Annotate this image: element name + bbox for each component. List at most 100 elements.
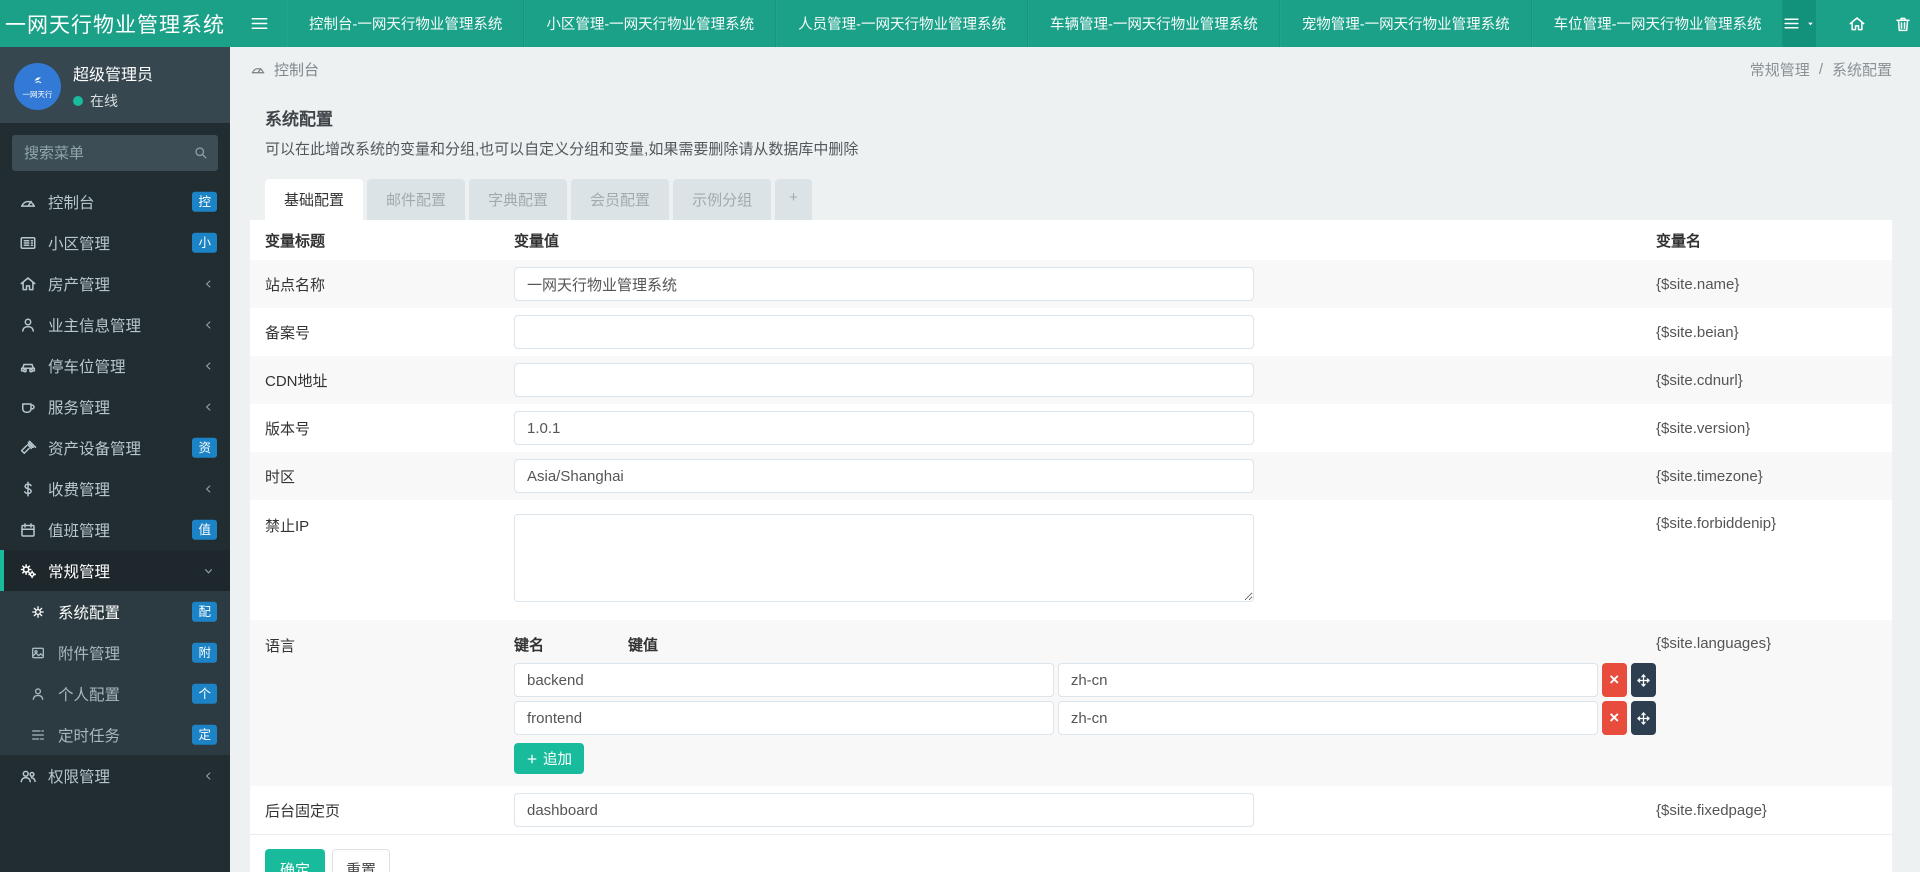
tab-pet[interactable]: 宠物管理-一网天行物业管理系统	[1280, 0, 1532, 47]
version-input[interactable]	[514, 411, 1254, 445]
app-logo[interactable]: 一网天行物业管理系统	[0, 0, 230, 47]
coffee-icon	[16, 398, 40, 416]
menu-badge: 附	[192, 642, 217, 663]
cdnurl-input[interactable]	[514, 363, 1254, 397]
sidebar-item-attachments[interactable]: 附件管理 附	[0, 632, 230, 673]
submit-button[interactable]: 确定	[265, 849, 325, 872]
search-icon	[193, 145, 208, 160]
breadcrumb-right: 常规管理 / 系统配置	[1750, 59, 1892, 80]
lang-key-input[interactable]	[514, 701, 1054, 735]
list-icon	[1783, 15, 1800, 32]
tab-member-config[interactable]: 会员配置	[571, 179, 669, 220]
chevron-left-icon	[202, 316, 215, 333]
sidebar-item-parking-space[interactable]: 停车位管理	[0, 345, 230, 386]
tabs-list-dropdown[interactable]	[1783, 0, 1816, 47]
col-header-title: 变量标题	[265, 230, 514, 251]
sidebar-item-assets[interactable]: 资产设备管理 资	[0, 427, 230, 468]
x-icon: ×	[1609, 670, 1619, 690]
car-icon	[16, 357, 40, 375]
tab-personnel[interactable]: 人员管理-一网天行物业管理系统	[776, 0, 1028, 47]
languages-editor: 键名 键值 ×	[514, 620, 1656, 786]
form-footer: 确定 重置	[250, 834, 1892, 872]
tab-dictionary-config[interactable]: 字典配置	[469, 179, 567, 220]
table-row: 备案号 {$site.beian}	[250, 308, 1892, 356]
key-header: 键名	[514, 634, 628, 655]
tab-basic-config[interactable]: 基础配置	[265, 179, 363, 220]
table-row: CDN地址 {$site.cdnurl}	[250, 356, 1892, 404]
lang-value-input[interactable]	[1058, 701, 1598, 735]
chevron-left-icon	[202, 398, 215, 415]
breadcrumb-separator: /	[1819, 61, 1823, 78]
navbar-right: 一网天行 超级管理员	[1783, 0, 1920, 47]
remove-row-button[interactable]: ×	[1602, 663, 1627, 697]
reset-button[interactable]: 重置	[332, 849, 390, 872]
sidebar-item-property[interactable]: 房产管理	[0, 263, 230, 304]
hamburger-icon	[250, 14, 269, 33]
breadcrumb-parent[interactable]: 常规管理	[1750, 59, 1810, 80]
sidebar-avatar[interactable]: 一网天行	[14, 63, 61, 110]
tab-console[interactable]: 控制台-一网天行物业管理系统	[287, 0, 524, 47]
sidebar-item-dashboard[interactable]: 控制台 控	[0, 181, 230, 222]
sidebar-item-fees[interactable]: 收费管理	[0, 468, 230, 509]
lang-key-input[interactable]	[514, 663, 1054, 697]
chevron-left-icon	[202, 480, 215, 497]
language-row: ×	[514, 701, 1656, 735]
tachometer-icon	[16, 193, 40, 211]
lang-value-input[interactable]	[1058, 663, 1598, 697]
table-row: 版本号 {$site.version}	[250, 404, 1892, 452]
table-row: 禁止IP {$site.forbiddenip}	[250, 500, 1892, 620]
sidebar-item-duty[interactable]: 值班管理 值	[0, 509, 230, 550]
sidebar-item-service[interactable]: 服务管理	[0, 386, 230, 427]
table-row: 语言 键名 键值 ×	[250, 620, 1892, 786]
menu-search	[12, 135, 218, 171]
beian-input[interactable]	[514, 315, 1254, 349]
gear-icon	[26, 604, 50, 620]
drag-row-button[interactable]	[1631, 701, 1656, 735]
clear-cache-button[interactable]	[1880, 0, 1920, 47]
tab-mail-config[interactable]: 邮件配置	[367, 179, 465, 220]
menu-badge: 定	[192, 724, 217, 745]
calendar-icon	[16, 521, 40, 539]
add-group-tab[interactable]: +	[775, 179, 812, 220]
var-name: {$site.beian}	[1656, 324, 1877, 341]
append-button[interactable]: 追加	[514, 743, 584, 774]
menu-badge: 值	[192, 519, 217, 540]
app-root: 一网天行物业管理系统 控制台-一网天行物业管理系统 小区管理-一网天行物业管理系…	[0, 0, 1920, 872]
sidebar-item-general[interactable]: 常规管理	[0, 550, 230, 591]
tab-parking[interactable]: 车位管理-一网天行物业管理系统	[1532, 0, 1784, 47]
home-icon	[16, 275, 40, 293]
breadcrumb-left[interactable]: 控制台	[250, 59, 319, 80]
caret-down-icon	[1805, 18, 1816, 29]
sidebar-username: 超级管理员	[73, 61, 153, 85]
config-tabs: 基础配置 邮件配置 字典配置 会员配置 示例分组 +	[265, 179, 1877, 220]
remove-row-button[interactable]: ×	[1602, 701, 1627, 735]
home-button[interactable]	[1834, 0, 1880, 47]
sidebar-item-profile[interactable]: 个人配置 个	[0, 673, 230, 714]
online-dot	[73, 96, 83, 106]
forbiddenip-textarea[interactable]	[514, 514, 1254, 602]
site-name-input[interactable]	[514, 267, 1254, 301]
fixedpage-input[interactable]	[514, 793, 1254, 827]
tab-example-group[interactable]: 示例分组	[673, 179, 771, 220]
tab-vehicle[interactable]: 车辆管理-一网天行物业管理系统	[1028, 0, 1280, 47]
sidebar-item-auth[interactable]: 权限管理	[0, 755, 230, 796]
sidebar-toggle-button[interactable]	[230, 0, 287, 47]
user-icon	[26, 686, 50, 702]
x-icon: ×	[1609, 708, 1619, 728]
chevron-left-icon	[202, 275, 215, 292]
menu-search-input[interactable]	[12, 135, 218, 171]
drag-row-button[interactable]	[1631, 663, 1656, 697]
timezone-input[interactable]	[514, 459, 1254, 493]
move-icon	[1636, 711, 1651, 726]
sidebar-item-system-config[interactable]: 系统配置 配	[0, 591, 230, 632]
sidebar-item-community[interactable]: 小区管理 小	[0, 222, 230, 263]
trash-icon	[1894, 15, 1912, 33]
top-navbar: 一网天行物业管理系统 控制台-一网天行物业管理系统 小区管理-一网天行物业管理系…	[0, 0, 1920, 47]
sidebar-item-crontab[interactable]: 定时任务 定	[0, 714, 230, 755]
sidebar-item-owner-info[interactable]: 业主信息管理	[0, 304, 230, 345]
tab-community[interactable]: 小区管理-一网天行物业管理系统	[524, 0, 776, 47]
image-icon	[26, 645, 50, 661]
var-name: {$site.timezone}	[1656, 468, 1877, 485]
online-status: 在线	[73, 91, 153, 111]
chevron-left-icon	[202, 767, 215, 784]
